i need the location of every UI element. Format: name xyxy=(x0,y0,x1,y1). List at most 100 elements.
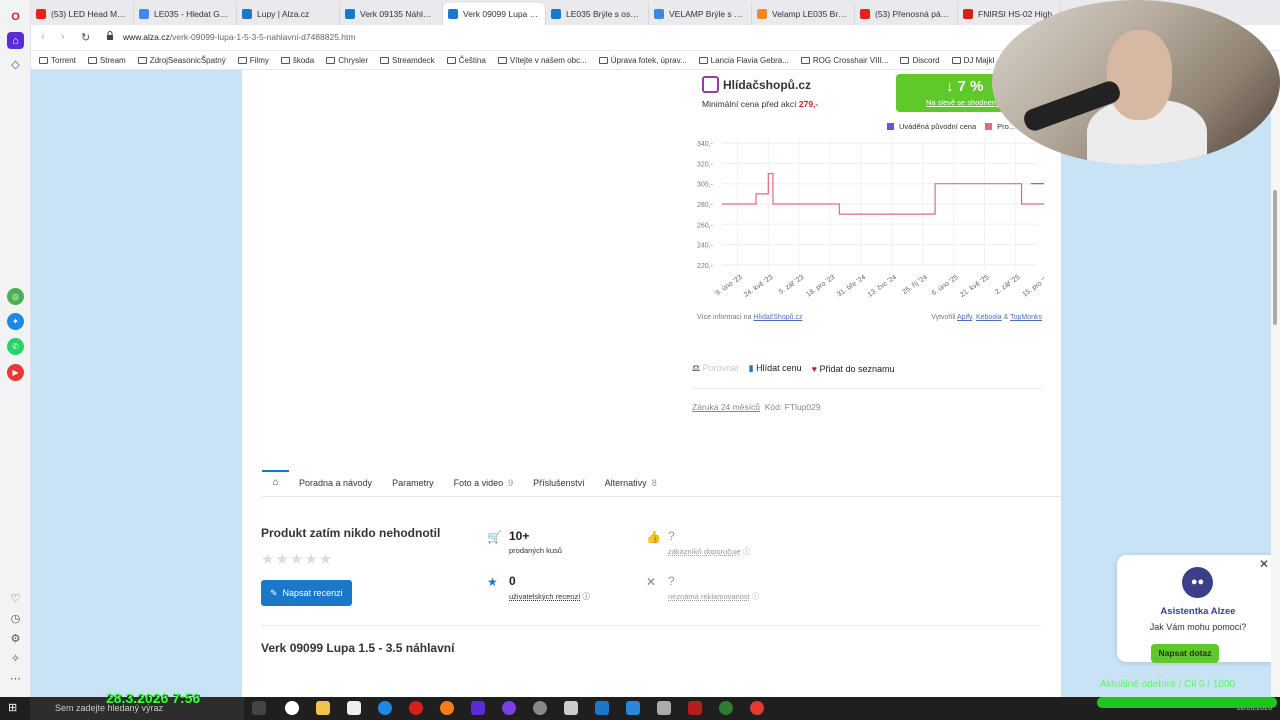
chrome-icon[interactable] xyxy=(285,701,299,715)
rating-stars[interactable]: ★★★★★ xyxy=(261,550,333,568)
store-icon[interactable] xyxy=(347,701,361,715)
bookmark-icon[interactable]: ◇ xyxy=(7,56,24,73)
browser-tab[interactable]: VELAMP Brýle s osvětlením xyxy=(649,3,752,25)
bookmark-item[interactable]: Streamdeck xyxy=(380,56,435,65)
tab-label: FNIRSI HS-02 High xyxy=(978,9,1053,19)
opera-logo-icon[interactable]: O xyxy=(7,8,24,25)
ask-question-button[interactable]: Napsat dotaz xyxy=(1151,644,1219,663)
chatgpt-icon[interactable]: ◎ xyxy=(7,288,24,305)
windows-start-icon[interactable]: ⊞ xyxy=(8,702,20,714)
browser-tab[interactable]: (53) Přenosná pájka Fnirsi xyxy=(855,3,958,25)
add-to-list-action[interactable]: ♥ Přidat do seznamu xyxy=(812,364,895,374)
topmonks-link[interactable]: TopMonks xyxy=(1010,314,1042,321)
page-scrollbar[interactable] xyxy=(1271,70,1280,697)
bookmark-item[interactable]: Úprava fotek, úprav... xyxy=(598,56,687,65)
url-text[interactable]: www.alza.cz/verk-09099-lupa-1-5-3-5-nahl… xyxy=(123,32,355,42)
home-icon: ⌂ xyxy=(272,477,279,488)
history-icon[interactable]: ◷ xyxy=(7,610,24,627)
price-history-widget: Hlídačshopů.cz Minimální cena před akcí … xyxy=(692,70,1044,330)
tab-label: Verk 09135 Náhlavní lupa xyxy=(360,9,442,19)
app-icon[interactable] xyxy=(626,701,640,715)
opera-sidebar: O ⌂ ◇ ◎ ✦ ✆ ▶ ♡ ◷ ⚙ ✧ ⋯ xyxy=(0,0,31,697)
tab-favicon-icon xyxy=(448,9,458,19)
bookmark-item[interactable]: Čeština xyxy=(446,56,486,65)
task-view-icon[interactable] xyxy=(252,701,266,715)
bookmark-item[interactable]: Filmy xyxy=(237,56,269,65)
heart-icon: ♥ xyxy=(811,363,817,374)
bookmark-item[interactable]: Lancia Flavia Gebra... xyxy=(698,56,789,65)
app-icon[interactable] xyxy=(502,701,516,715)
product-tab[interactable]: Parametry xyxy=(382,470,444,497)
app-icon[interactable] xyxy=(533,701,547,715)
claims-stat: ✕ ? neznámá reklamovanost ⓘ xyxy=(646,574,760,601)
webcam-overlay xyxy=(992,0,1280,165)
player-icon[interactable]: ▶ xyxy=(7,364,24,381)
browser-tab[interactable]: Verk 09099 Lupa 1.5 - 3.5 xyxy=(443,3,546,25)
warranty-link[interactable]: Záruka 24 měsíců xyxy=(692,402,760,412)
bookmark-item[interactable]: Stream xyxy=(87,56,126,65)
product-tab[interactable]: Příslušenství xyxy=(523,470,595,497)
sold-count: 🛒 10+ prodaných kusů xyxy=(487,529,562,555)
app-icon[interactable] xyxy=(595,701,609,715)
heart-icon[interactable]: ♡ xyxy=(7,590,24,607)
app-icon[interactable] xyxy=(750,701,764,715)
firefox-icon[interactable] xyxy=(440,701,454,715)
chat-assistant-name: Asistentka Alzee xyxy=(1160,606,1236,617)
explorer-icon[interactable] xyxy=(316,701,330,715)
keboola-link[interactable]: Keboola xyxy=(976,314,1002,321)
product-tab[interactable]: Foto a video 9 xyxy=(444,470,524,497)
apify-link[interactable]: Apify xyxy=(957,314,972,321)
write-review-button[interactable]: ✎ Napsat recenzi xyxy=(261,580,352,606)
app-icon[interactable] xyxy=(471,701,485,715)
cart-icon: 🛒 xyxy=(487,530,502,544)
y-tick-label: 280,- xyxy=(697,202,714,209)
app-icon[interactable] xyxy=(564,701,578,715)
bookmark-item[interactable]: Chrysler xyxy=(326,56,368,65)
more-icon[interactable]: ⋯ xyxy=(7,670,24,687)
app-icon[interactable] xyxy=(688,701,702,715)
lightbulb-icon[interactable]: ✧ xyxy=(7,650,24,667)
edge-icon[interactable] xyxy=(378,701,392,715)
messenger-icon[interactable]: ✦ xyxy=(7,313,24,330)
back-icon[interactable]: ‹ xyxy=(41,31,45,43)
settings-icon[interactable]: ⚙ xyxy=(7,630,24,647)
product-tab[interactable]: Poradna a návody xyxy=(289,470,382,497)
browser-tab[interactable]: Lupy | Alza.cz xyxy=(237,3,340,25)
bookmark-item[interactable]: Discord xyxy=(900,56,940,65)
reload-icon[interactable]: ↻ xyxy=(81,31,90,44)
forward-icon[interactable]: › xyxy=(61,31,65,43)
hlidac-logo[interactable]: Hlídačshopů.cz xyxy=(702,76,811,93)
reviews-title: Produkt zatím nikdo nehodnotil xyxy=(261,526,441,540)
browser-tab[interactable]: Verk 09135 Náhlavní lupa xyxy=(340,3,443,25)
folder-icon xyxy=(326,56,336,64)
whatsapp-icon[interactable]: ✆ xyxy=(7,338,24,355)
folder-icon xyxy=(280,56,290,64)
min-price-text: Minimální cena před akcí 279,- xyxy=(702,99,819,109)
opera-icon[interactable] xyxy=(409,701,423,715)
y-tick-label: 340,- xyxy=(697,141,714,148)
compare-action[interactable]: ⚖ Porovnat xyxy=(692,363,739,374)
close-icon[interactable]: ✕ xyxy=(1259,557,1269,571)
app-icon[interactable] xyxy=(719,701,733,715)
home-icon[interactable]: ⌂ xyxy=(7,32,24,49)
browser-tab[interactable]: Velamp LE035 Brýle s osv. xyxy=(752,3,855,25)
browser-tab[interactable]: LE035 Brýle s osvětlením xyxy=(546,3,649,25)
tab-home[interactable]: ⌂ xyxy=(262,470,289,497)
scrollbar-thumb[interactable] xyxy=(1273,190,1277,325)
x-tick-label: 9. úno '23 xyxy=(715,274,744,297)
bookmark-item[interactable]: ROG Crosshair VIII... xyxy=(800,56,888,65)
bookmark-item[interactable]: Vítejte v našem obc... xyxy=(497,56,587,65)
subscriber-goal-bar xyxy=(1097,697,1277,708)
browser-tab[interactable]: LE035 - Hledat Googlem xyxy=(134,3,237,25)
hlidac-link[interactable]: HlídačShopů.cz xyxy=(753,314,802,321)
browser-tab[interactable]: (53) LED Head Magnifier xyxy=(31,3,134,25)
product-tab[interactable]: Alternativy 8 xyxy=(595,470,667,497)
watch-price-action[interactable]: ▮ Hlídat cenu xyxy=(749,363,802,374)
tools-icon: ✕ xyxy=(646,575,657,589)
bookmark-item[interactable]: škoda xyxy=(280,56,314,65)
divider xyxy=(261,625,1041,626)
bookmark-item[interactable]: Torrent xyxy=(39,56,76,65)
tab-favicon-icon xyxy=(345,9,355,19)
app-icon[interactable] xyxy=(657,701,671,715)
bookmark-item[interactable]: ZdrojSeasonicŠpatný xyxy=(137,56,226,65)
